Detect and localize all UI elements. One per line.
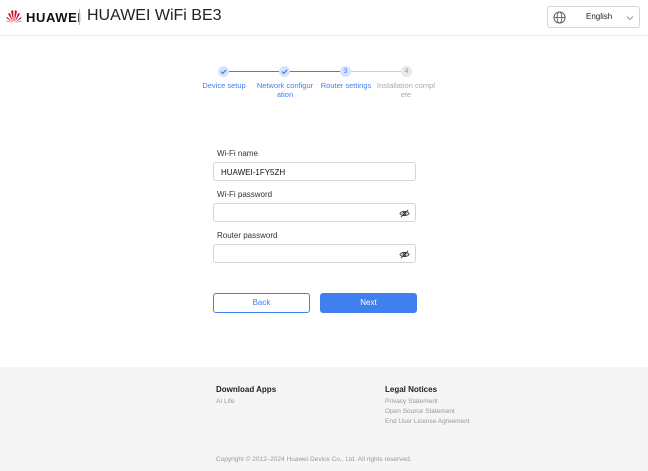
top-header: HUAWEI HUAWEI WiFi BE3 English [0, 0, 648, 36]
wifi-name-input[interactable]: HUAWEI-1FY5ZH [213, 162, 416, 181]
router-password-label: Router password [217, 231, 278, 240]
product-title: HUAWEI WiFi BE3 [87, 7, 222, 24]
wifi-name-label: Wi-Fi name [217, 149, 258, 158]
step-1-label: Device setup [202, 81, 246, 90]
step-4-number: 4 [401, 66, 412, 77]
step-connector [290, 71, 341, 72]
open-source-statement-link[interactable]: Open Source Statement [385, 408, 455, 415]
copyright-text: Copyright © 2012–2024 Huawei Device Co.,… [216, 456, 412, 463]
back-button[interactable]: Back [213, 293, 310, 313]
eye-closed-icon[interactable] [399, 249, 410, 260]
step-connector [229, 71, 280, 72]
huawei-logo-icon [6, 10, 22, 23]
header-divider [79, 9, 80, 25]
router-password-input[interactable] [213, 244, 416, 263]
step-2-check-icon [279, 66, 290, 77]
privacy-statement-link[interactable]: Privacy Statement [385, 398, 438, 405]
download-apps-heading: Download Apps [216, 385, 277, 394]
step-2-label: Network configur ation [256, 81, 314, 99]
step-1-check-icon [218, 66, 229, 77]
step-4-label: Installation compl ete [377, 81, 435, 99]
globe-icon [553, 11, 566, 24]
language-label: English [586, 12, 613, 21]
wifi-name-value: HUAWEI-1FY5ZH [221, 168, 286, 177]
eye-closed-icon[interactable] [399, 208, 410, 219]
eula-link[interactable]: End User License Agreement [385, 418, 470, 425]
ai-life-link[interactable]: AI Life [216, 398, 234, 405]
step-3-label: Router settings [320, 81, 372, 90]
step-connector [351, 71, 402, 72]
language-select[interactable]: English [547, 6, 640, 28]
chevron-down-icon [626, 16, 634, 21]
setup-progress-stepper: Device setup Network configur ation 3 Ro… [195, 64, 445, 104]
wifi-password-input[interactable] [213, 203, 416, 222]
step-3-number: 3 [340, 66, 351, 77]
legal-notices-heading: Legal Notices [385, 385, 438, 394]
wifi-password-label: Wi-Fi password [217, 190, 273, 199]
next-button[interactable]: Next [320, 293, 417, 313]
brand-name: HUAWEI [26, 10, 82, 25]
page-footer: Download Apps AI Life Legal Notices Priv… [0, 367, 648, 471]
